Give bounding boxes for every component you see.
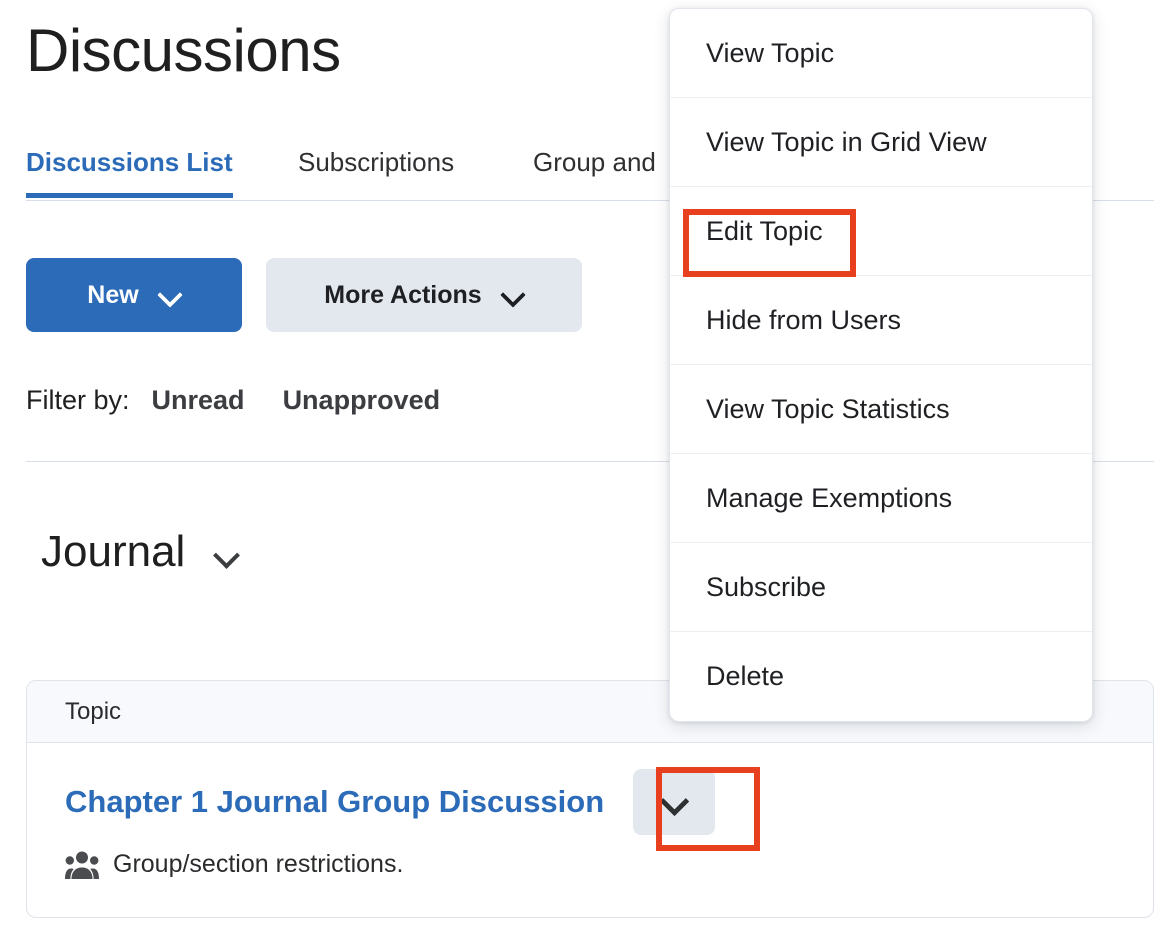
tab-subscriptions[interactable]: Subscriptions	[298, 140, 454, 184]
topic-title-row: Chapter 1 Journal Group Discussion	[65, 767, 1153, 837]
menu-item-hide-from-users[interactable]: Hide from Users	[670, 276, 1092, 365]
topic-context-menu: View Topic View Topic in Grid View Edit …	[669, 8, 1093, 722]
chevron-down-icon[interactable]	[213, 542, 243, 572]
menu-item-edit-topic[interactable]: Edit Topic	[670, 187, 1092, 276]
group-icon	[65, 851, 99, 879]
topic-link[interactable]: Chapter 1 Journal Group Discussion	[65, 784, 604, 820]
tab-group-and-section-restrictions[interactable]: Group and	[533, 140, 656, 184]
more-actions-button-label: More Actions	[324, 280, 482, 309]
chevron-down-icon	[502, 284, 524, 306]
tab-label: Group and	[533, 147, 656, 177]
topic-meta: Group/section restrictions.	[65, 849, 1153, 879]
new-button[interactable]: New	[26, 258, 242, 332]
topic-meta-text: Group/section restrictions.	[113, 849, 404, 878]
new-button-label: New	[87, 280, 139, 309]
menu-item-view-topic[interactable]: View Topic	[670, 9, 1092, 98]
column-header-topic: Topic	[65, 697, 122, 725]
filter-unapproved[interactable]: Unapproved	[283, 385, 441, 416]
menu-item-subscribe[interactable]: Subscribe	[670, 543, 1092, 632]
section-header-journal: Journal	[41, 527, 243, 576]
tab-label: Discussions List	[26, 147, 233, 177]
filter-by-label: Filter by:	[26, 385, 130, 415]
tab-active-underline	[26, 193, 233, 198]
chevron-down-icon	[661, 789, 687, 815]
filter-unread[interactable]: Unread	[152, 385, 245, 416]
tab-discussions-list[interactable]: Discussions List	[26, 140, 233, 198]
tab-label: Subscriptions	[298, 147, 455, 177]
menu-item-view-topic-statistics[interactable]: View Topic Statistics	[670, 365, 1092, 454]
section-title: Journal	[41, 527, 186, 576]
menu-item-delete[interactable]: Delete	[670, 632, 1092, 721]
menu-item-manage-exemptions[interactable]: Manage Exemptions	[670, 454, 1092, 543]
table-row: Chapter 1 Journal Group Discussion Group…	[27, 743, 1153, 879]
page-title: Discussions	[26, 17, 341, 84]
chevron-down-icon	[159, 284, 181, 306]
filter-row: Filter by: Unread Unapproved	[26, 385, 478, 416]
topic-dropdown-button[interactable]	[633, 769, 716, 835]
more-actions-button[interactable]: More Actions	[266, 258, 582, 332]
menu-item-view-topic-in-grid-view[interactable]: View Topic in Grid View	[670, 98, 1092, 187]
